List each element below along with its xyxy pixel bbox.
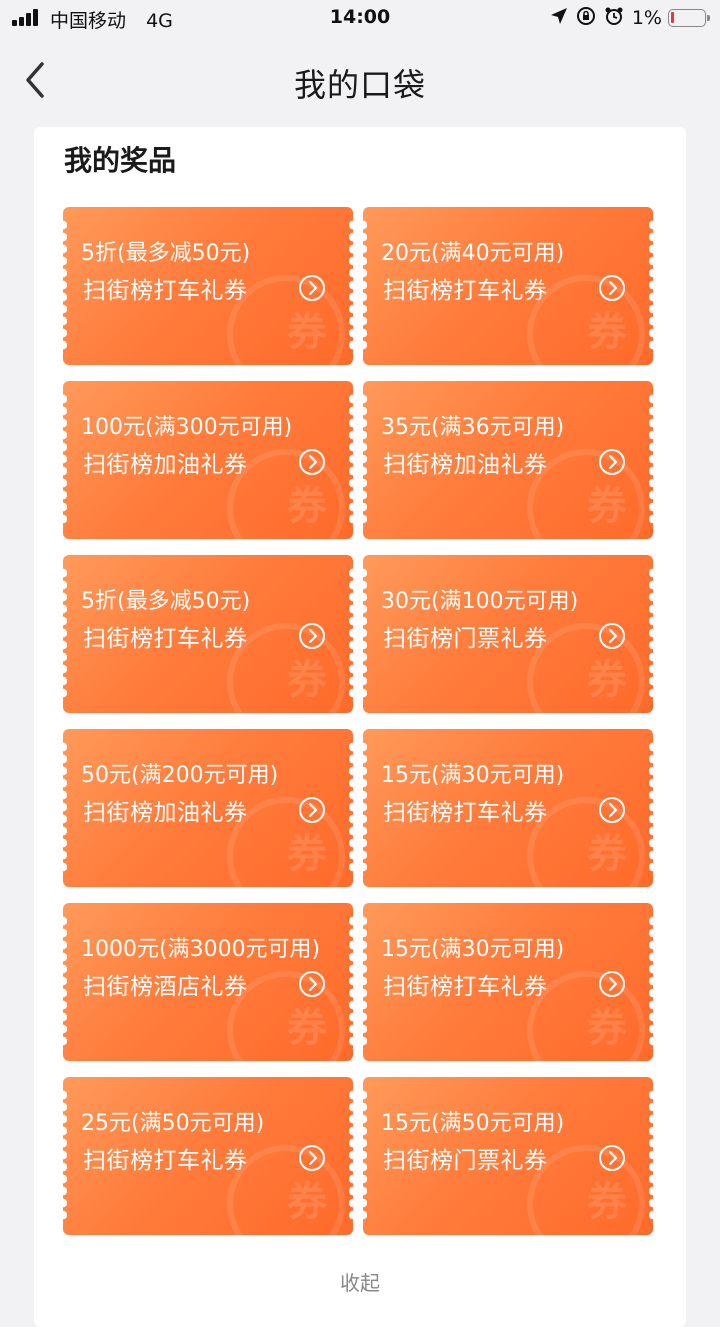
coupon-name: 扫街榜门票礼券 — [383, 1148, 548, 1174]
chevron-right-circle-icon[interactable] — [298, 622, 326, 650]
ticket-notch-left — [363, 915, 367, 1049]
coupon-value: 1000元(满3000元可用) — [81, 937, 321, 962]
coupon-card[interactable]: 券 5折(最多减50元) 扫街榜打车礼券 — [63, 555, 353, 713]
coupon-card[interactable]: 券 50元(满200元可用) 扫街榜加油礼券 — [63, 729, 353, 887]
prizes-card: 我的奖品 券 5折(最多减50元) 扫街榜打车礼券券 20元(满40元可用) 扫街榜打车… — [34, 127, 686, 1327]
chevron-right-circle-icon[interactable] — [298, 1144, 326, 1172]
status-icons: 1% — [550, 6, 710, 31]
ticket-notch-left — [63, 741, 67, 875]
ticket-notch-right — [349, 741, 353, 875]
coupon-card[interactable]: 券 30元(满100元可用) 扫街榜门票礼券 — [363, 555, 653, 713]
coupon-name: 扫街榜打车礼券 — [83, 278, 248, 304]
ticket-notch-left — [63, 393, 67, 527]
battery-icon — [668, 9, 710, 27]
coupon-value: 50元(满200元可用) — [81, 763, 279, 788]
collapse-button[interactable]: 收起 — [34, 1267, 686, 1296]
coupon-watermark: 券 — [587, 1179, 627, 1225]
section-title: 我的奖品 — [64, 144, 177, 177]
coupon-value: 5折(最多减50元) — [81, 589, 251, 614]
coupon-name: 扫街榜加油礼券 — [83, 800, 248, 826]
location-arrow-icon — [550, 7, 568, 30]
ticket-notch-right — [349, 393, 353, 527]
ticket-notch-left — [363, 393, 367, 527]
ticket-notch-left — [63, 915, 67, 1049]
ticket-notch-left — [363, 1089, 367, 1223]
page-title: 我的口袋 — [293, 66, 426, 104]
chevron-right-circle-icon[interactable] — [598, 274, 626, 302]
coupon-watermark: 券 — [587, 483, 627, 529]
ticket-notch-left — [63, 219, 67, 353]
battery-percent: 1% — [631, 7, 662, 29]
ticket-notch-right — [349, 567, 353, 701]
coupon-card[interactable]: 券 25元(满50元可用) 扫街榜打车礼券 — [63, 1077, 353, 1235]
coupon-watermark: 券 — [287, 1005, 327, 1051]
coupon-watermark: 券 — [587, 831, 627, 877]
coupon-name: 扫街榜打车礼券 — [83, 1148, 248, 1174]
coupon-watermark: 券 — [287, 831, 327, 877]
ticket-notch-right — [649, 915, 653, 1049]
coupon-watermark: 券 — [587, 1005, 627, 1051]
ticket-notch-left — [63, 1089, 67, 1223]
orientation-lock-icon — [576, 6, 596, 31]
coupon-card[interactable]: 券 20元(满40元可用) 扫街榜打车礼券 — [363, 207, 653, 365]
coupon-card[interactable]: 券 5折(最多减50元) 扫街榜打车礼券 — [63, 207, 353, 365]
navigation-bar: 我的口袋 — [0, 40, 720, 124]
coupon-watermark: 券 — [587, 657, 627, 703]
coupon-value: 20元(满40元可用) — [381, 241, 565, 266]
ticket-notch-right — [649, 219, 653, 353]
coupon-name: 扫街榜加油礼券 — [383, 452, 548, 478]
coupon-watermark: 券 — [287, 657, 327, 703]
coupon-name: 扫街榜酒店礼券 — [83, 974, 248, 1000]
chevron-right-circle-icon[interactable] — [298, 274, 326, 302]
coupon-value: 5折(最多减50元) — [81, 241, 251, 266]
coupon-name: 扫街榜打车礼券 — [383, 974, 548, 1000]
chevron-right-circle-icon[interactable] — [598, 448, 626, 476]
coupon-value: 25元(满50元可用) — [81, 1111, 265, 1136]
coupon-value: 15元(满30元可用) — [381, 763, 565, 788]
coupon-card[interactable]: 券 15元(满30元可用) 扫街榜打车礼券 — [363, 903, 653, 1061]
coupon-card[interactable]: 券 15元(满30元可用) 扫街榜打车礼券 — [363, 729, 653, 887]
coupon-card[interactable]: 券 35元(满36元可用) 扫街榜加油礼券 — [363, 381, 653, 539]
coupon-card[interactable]: 券 1000元(满3000元可用) 扫街榜酒店礼券 — [63, 903, 353, 1061]
chevron-right-circle-icon[interactable] — [298, 448, 326, 476]
ticket-notch-right — [349, 219, 353, 353]
coupon-watermark: 券 — [287, 483, 327, 529]
ticket-notch-left — [363, 567, 367, 701]
coupon-name: 扫街榜打车礼券 — [383, 278, 548, 304]
chevron-right-circle-icon[interactable] — [298, 970, 326, 998]
coupon-name: 扫街榜打车礼券 — [383, 800, 548, 826]
coupon-watermark: 券 — [587, 309, 627, 355]
chevron-right-circle-icon[interactable] — [598, 1144, 626, 1172]
ticket-notch-right — [649, 1089, 653, 1223]
ticket-notch-right — [649, 741, 653, 875]
coupon-value: 35元(满36元可用) — [381, 415, 565, 440]
ticket-notch-left — [363, 219, 367, 353]
status-bar: 中国移动 4G 14:00 1% — [0, 0, 720, 36]
coupon-watermark: 券 — [287, 309, 327, 355]
coupon-watermark: 券 — [287, 1179, 327, 1225]
ticket-notch-left — [63, 567, 67, 701]
chevron-right-circle-icon[interactable] — [298, 796, 326, 824]
ticket-notch-right — [349, 915, 353, 1049]
coupon-card[interactable]: 券 100元(满300元可用) 扫街榜加油礼券 — [63, 381, 353, 539]
coupon-value: 15元(满50元可用) — [381, 1111, 565, 1136]
ticket-notch-right — [649, 393, 653, 527]
coupon-value: 30元(满100元可用) — [381, 589, 579, 614]
coupon-name: 扫街榜打车礼券 — [83, 626, 248, 652]
ticket-notch-left — [363, 741, 367, 875]
ticket-notch-right — [649, 567, 653, 701]
coupon-name: 扫街榜加油礼券 — [83, 452, 248, 478]
chevron-right-circle-icon[interactable] — [598, 622, 626, 650]
chevron-right-circle-icon[interactable] — [598, 970, 626, 998]
coupon-card[interactable]: 券 15元(满50元可用) 扫街榜门票礼券 — [363, 1077, 653, 1235]
coupon-value: 100元(满300元可用) — [81, 415, 293, 440]
coupon-value: 15元(满30元可用) — [381, 937, 565, 962]
chevron-right-circle-icon[interactable] — [598, 796, 626, 824]
ticket-notch-right — [349, 1089, 353, 1223]
alarm-clock-icon — [604, 6, 624, 31]
coupon-name: 扫街榜门票礼券 — [383, 626, 548, 652]
